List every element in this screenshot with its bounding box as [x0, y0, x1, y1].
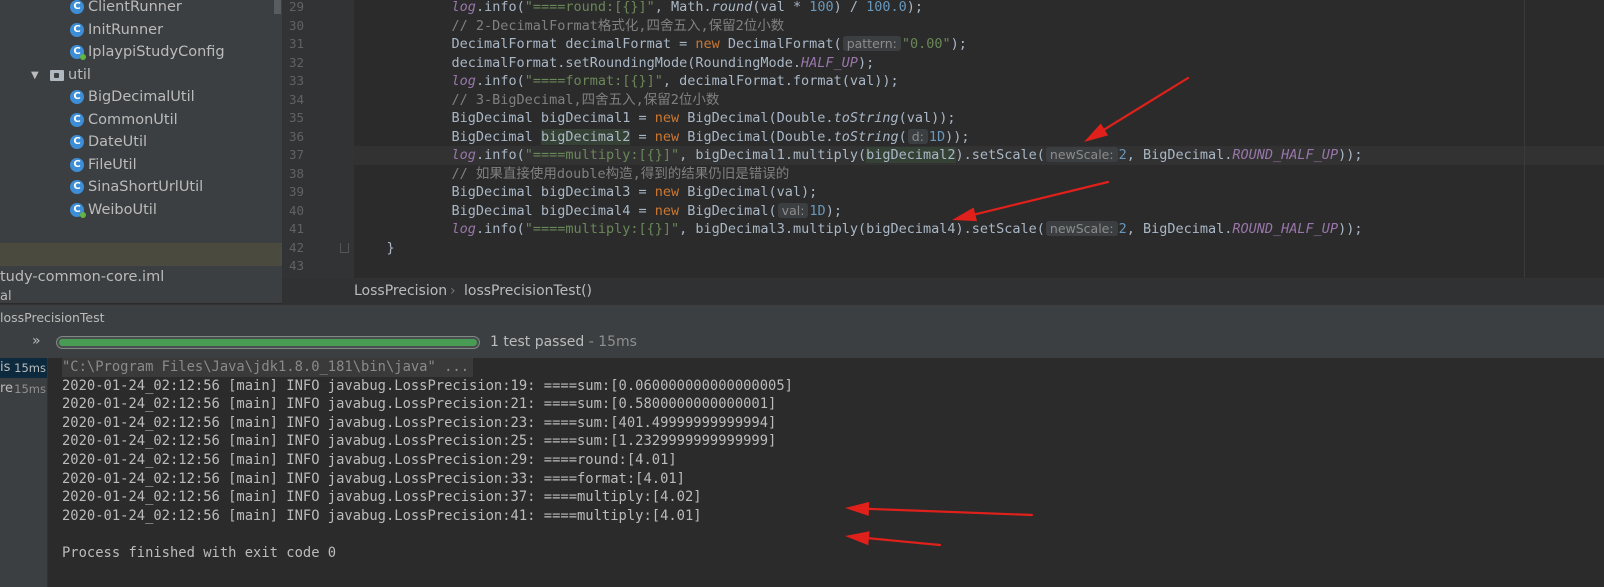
console-line: 2020-01-24_02:12:56 [main] INFO javabug.… — [62, 452, 677, 468]
breadcrumb-method[interactable]: lossPrecisionTest() — [464, 283, 592, 299]
tree-item-label: DateUtil — [88, 134, 148, 150]
tree-item-label: InitRunner — [88, 22, 164, 38]
tree-item-util[interactable]: ▼ util — [0, 64, 270, 87]
line-number: 43 — [288, 258, 304, 273]
code-line-37: log.info("====multiply:[{}]", bigDecimal… — [451, 147, 1363, 163]
tree-item-initrunner[interactable]: C InitRunner — [0, 19, 270, 42]
console-line: 2020-01-24_02:12:56 [main] INFO javabug.… — [62, 507, 702, 524]
line-number: 31 — [288, 36, 304, 51]
tree-item-weiboutil[interactable]: C WeiboUtil — [0, 199, 270, 222]
code-line-41: log.info("====multiply:[{}]", bigDecimal… — [451, 221, 1363, 237]
class-icon: C — [70, 158, 84, 172]
tree-item-label: IplaypiStudyConfig — [88, 44, 225, 60]
line-number: 35 — [288, 110, 304, 125]
line-number: 41 — [288, 221, 304, 236]
console-line: 2020-01-24_02:12:56 [main] INFO javabug.… — [62, 433, 777, 450]
tree-item-bigdecimalutil[interactable]: C BigDecimalUtil — [0, 86, 270, 109]
class-icon: C — [70, 113, 84, 127]
code-line-31: DecimalFormat decimalFormat = new Decima… — [354, 36, 967, 52]
console-line: 2020-01-24_02:12:56 [main] INFO javabug.… — [62, 414, 777, 431]
code-line-34: // 3-BigDecimal,四舍五入,保留2位小数 — [354, 91, 720, 108]
console-output[interactable]: "C:\Program Files\Java\jdk1.8.0_181\bin\… — [48, 358, 1604, 587]
parameter-hint: pattern: — [842, 36, 901, 51]
test-result-item[interactable]: re 15ms — [0, 379, 47, 399]
editor-gutter: 29 30 31 32 33 34 35 36 37 38 39 40 41 4… — [282, 0, 354, 278]
tree-item-iml-file[interactable]: tudy-common-core.iml — [0, 266, 282, 288]
run-panel-header: lossPrecisionTest — [0, 304, 1604, 328]
console-line: 2020-01-24_02:12:56 [main] INFO javabug.… — [62, 396, 777, 413]
run-tab-title[interactable]: lossPrecisionTest — [0, 310, 105, 325]
class-icon: C — [70, 0, 84, 14]
code-line-38: // 如果直接使用double构造,得到的结果仍旧是错误的 — [354, 165, 790, 182]
test-progress-bar — [56, 336, 480, 349]
tree-item-label: BigDecimalUtil — [88, 89, 195, 105]
line-number: 37 — [288, 147, 304, 162]
tree-item-iplaypistudyconfig[interactable]: C IplaypiStudyConfig — [0, 41, 270, 64]
tree-item-label: FileUtil — [88, 157, 137, 173]
config-class-icon: C — [70, 203, 86, 218]
console-line: 2020-01-24_02:12:56 [main] INFO javabug.… — [62, 470, 685, 487]
breadcrumb-class[interactable]: LossPrecision — [354, 283, 447, 299]
tree-item-label: WeiboUtil — [88, 202, 157, 218]
console-exit-line: Process finished with exit code 0 — [62, 545, 337, 561]
tree-item-fileutil[interactable]: C FileUtil — [0, 154, 270, 177]
console-command-line: "C:\Program Files\Java\jdk1.8.0_181\bin\… — [62, 358, 474, 377]
line-number: 33 — [288, 73, 304, 88]
test-progress-fill — [59, 339, 477, 346]
tree-item-label: ClientRunner — [88, 0, 182, 15]
tree-item-dateutil[interactable]: C DateUtil — [0, 131, 270, 154]
tree-item-label: CommonUtil — [88, 112, 178, 128]
breadcrumb-separator: › — [450, 283, 456, 299]
code-line-30: // 2-DecimalFormat格式化,四舍五入,保留2位小数 — [354, 17, 785, 34]
tree-item-label: util — [68, 67, 91, 83]
config-class-icon: C — [70, 45, 86, 60]
test-results-tree: is 15ms re 15ms — [0, 358, 48, 587]
fold-marker-icon[interactable] — [340, 243, 349, 253]
console-line: 2020-01-24_02:12:56 [main] INFO javabug.… — [62, 489, 702, 506]
tree-item-clientrunner[interactable]: C ClientRunner — [0, 0, 270, 19]
code-editor[interactable]: log.info("====round:[{}]", Math.round(va… — [354, 0, 1604, 278]
class-icon: C — [70, 180, 84, 194]
parameter-hint: newScale: — [1045, 221, 1118, 236]
code-line-39: BigDecimal bigDecimal3 = new BigDecimal(… — [354, 184, 818, 200]
code-line-29: log.info("====round:[{}]", Math.round(va… — [451, 0, 924, 15]
line-number: 40 — [288, 202, 304, 218]
code-line-32: decimalFormat.setRoundingMode(RoundingMo… — [354, 54, 875, 71]
test-status-bar: » 1 test passed - 15ms — [0, 328, 1604, 358]
code-line-36: BigDecimal bigDecimal2 = new BigDecimal(… — [354, 128, 970, 145]
line-number: 36 — [288, 128, 304, 144]
class-icon: C — [70, 23, 84, 37]
project-tree: C ClientRunner C InitRunner C IplaypiStu… — [0, 0, 282, 303]
expand-chevron-icon[interactable]: » — [32, 333, 41, 349]
class-icon: C — [70, 135, 84, 149]
tree-item-sinashorturlutil[interactable]: C SinaShortUrlUtil — [0, 176, 270, 199]
line-number: 32 — [288, 54, 304, 70]
code-line-42: } — [354, 239, 395, 256]
parameter-hint: d: — [907, 128, 928, 144]
code-line-35: BigDecimal bigDecimal1 = new BigDecimal(… — [354, 110, 956, 126]
line-number: 34 — [288, 91, 304, 107]
tree-scrollbar[interactable] — [274, 0, 281, 14]
code-line-40: BigDecimal bigDecimal4 = new BigDecimal(… — [354, 202, 842, 219]
line-number: 38 — [288, 165, 304, 181]
parameter-hint: val: — [777, 202, 809, 218]
code-line-33: log.info("====format:[{}]", decimalForma… — [451, 73, 899, 89]
tree-selected-row[interactable] — [0, 243, 282, 266]
line-number: 30 — [288, 17, 304, 33]
tree-item-label: SinaShortUrlUtil — [88, 179, 204, 195]
class-icon: C — [70, 90, 84, 104]
expand-arrow-icon[interactable]: ▼ — [31, 64, 39, 87]
package-folder-icon — [50, 70, 64, 81]
console-line: 2020-01-24_02:12:56 [main] INFO javabug.… — [62, 377, 793, 394]
test-status-text: 1 test passed - 15ms — [490, 334, 637, 350]
line-number: 29 — [288, 0, 304, 14]
parameter-hint: newScale: — [1045, 147, 1118, 162]
line-number: 39 — [288, 184, 304, 199]
breadcrumb: LossPrecision › lossPrecisionTest() — [282, 278, 1604, 304]
right-margin-guide — [1524, 0, 1525, 278]
test-result-item[interactable]: is 15ms — [0, 358, 47, 378]
line-number: 42 — [288, 239, 304, 255]
tree-item-commonutil[interactable]: C CommonUtil — [0, 109, 270, 132]
tree-item-fragment[interactable]: al — [0, 288, 40, 303]
